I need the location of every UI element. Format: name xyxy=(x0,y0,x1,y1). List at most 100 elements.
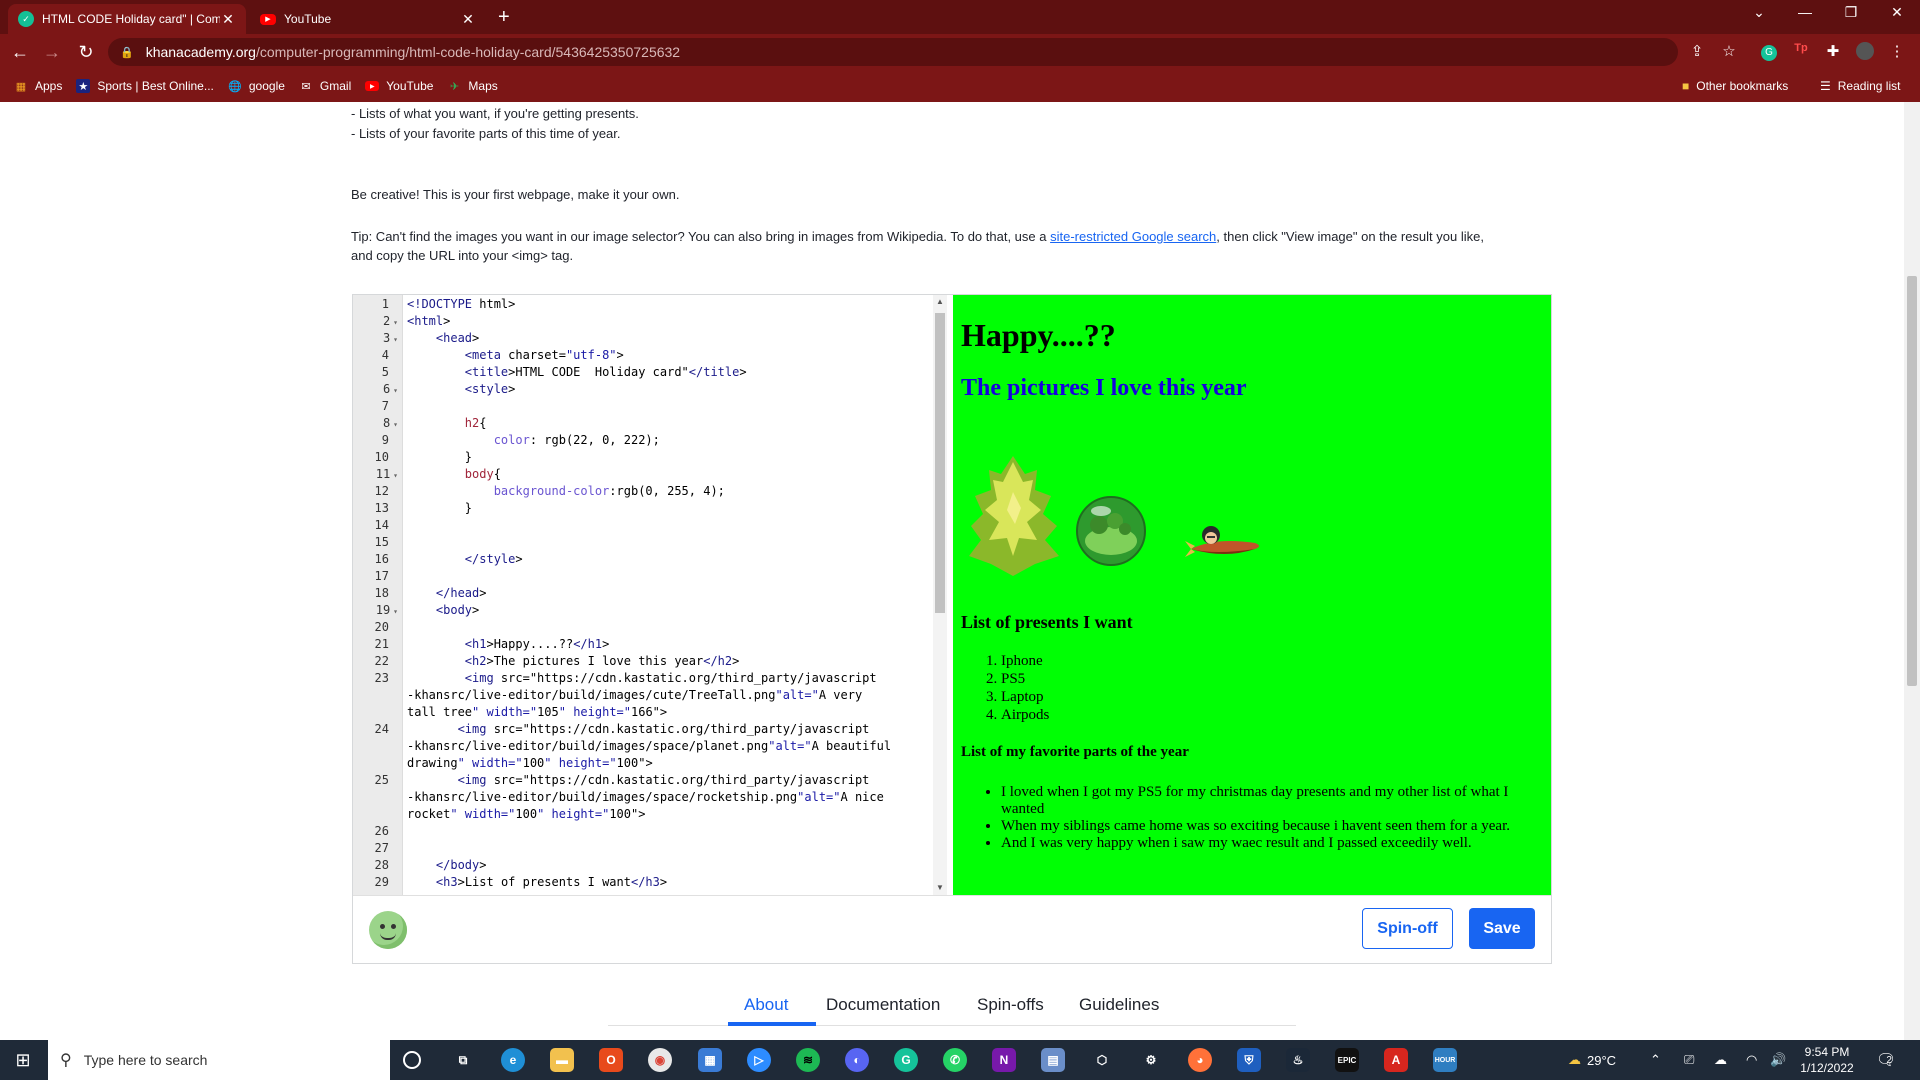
fold-arrow-icon[interactable]: ▾ xyxy=(393,607,398,616)
menu-icon[interactable]: ⋮ xyxy=(1886,42,1908,60)
cortana-icon[interactable] xyxy=(403,1051,421,1069)
tab-about[interactable]: About xyxy=(744,995,788,1015)
code-line[interactable]: } xyxy=(407,449,472,466)
epic-games-icon[interactable]: EPIC xyxy=(1335,1048,1359,1072)
network-app-icon[interactable]: ▤ xyxy=(1041,1048,1065,1072)
windows-start-icon[interactable]: ⊞ xyxy=(0,1040,46,1080)
code-line[interactable]: drawing" width="100" height="100"> xyxy=(407,755,653,772)
tab-khan-academy[interactable]: ✓ HTML CODE Holiday card" | Com ✕ xyxy=(8,4,246,34)
code-line[interactable]: <head> xyxy=(407,330,479,347)
tab-search-icon[interactable]: ⌄ xyxy=(1736,4,1782,21)
bookmark-sports[interactable]: ★ Sports | Best Online... xyxy=(76,79,214,93)
editor-scrollbar[interactable]: ▲ ▼ xyxy=(933,295,947,895)
code-line[interactable]: rocket" width="100" height="100"> xyxy=(407,806,645,823)
fold-arrow-icon[interactable]: ▾ xyxy=(393,471,398,480)
code-line[interactable]: <img src="https://cdn.kastatic.org/third… xyxy=(407,670,877,687)
code-line[interactable]: <body> xyxy=(407,602,479,619)
code-line[interactable]: -khansrc/live-editor/build/images/space/… xyxy=(407,738,891,755)
reading-list[interactable]: ☰ Reading list xyxy=(1820,70,1900,102)
fold-arrow-icon[interactable]: ▾ xyxy=(393,386,398,395)
code-line[interactable]: tall tree" width="105" height="166"> xyxy=(407,704,667,721)
page-scrollbar[interactable] xyxy=(1904,102,1920,1040)
code-line[interactable]: <h2>The pictures I love this year</h2> xyxy=(407,653,740,670)
fold-arrow-icon[interactable]: ▾ xyxy=(393,420,398,429)
page-scrollbar-thumb[interactable] xyxy=(1907,276,1917,686)
code-line[interactable]: <img src="https://cdn.kastatic.org/third… xyxy=(407,772,870,789)
close-window-button[interactable]: ✕ xyxy=(1874,4,1920,21)
address-bar[interactable]: 🔒 khanacademy.org/computer-programming/h… xyxy=(108,38,1678,66)
forward-icon[interactable]: → xyxy=(40,42,64,63)
tab-spin-offs[interactable]: Spin-offs xyxy=(977,995,1044,1015)
weather-widget[interactable]: ☁ 29°C xyxy=(1568,1040,1616,1080)
firefox-icon[interactable]: ◕ xyxy=(1188,1048,1212,1072)
file-explorer-icon[interactable]: ▬ xyxy=(550,1048,574,1072)
code-line[interactable]: h2{ xyxy=(407,415,487,432)
code-line[interactable]: <style> xyxy=(407,381,516,398)
hour-of-code-icon[interactable]: HOUR xyxy=(1433,1048,1457,1072)
user-avatar[interactable] xyxy=(369,911,407,949)
system-clock[interactable]: 9:54 PM 1/12/2022 xyxy=(1792,1044,1862,1076)
acrobat-icon[interactable]: A xyxy=(1384,1048,1408,1072)
defender-icon[interactable]: ⛨ xyxy=(1237,1048,1261,1072)
code-line[interactable]: <html> xyxy=(407,313,450,330)
wifi-icon[interactable]: ◠ xyxy=(1746,1040,1757,1080)
scroll-up-icon[interactable]: ▲ xyxy=(935,297,945,306)
other-bookmarks[interactable]: ■ Other bookmarks xyxy=(1682,70,1788,102)
tab-guidelines[interactable]: Guidelines xyxy=(1079,995,1159,1015)
new-tab-button[interactable]: + xyxy=(498,6,510,29)
code-line[interactable]: <img src="https://cdn.kastatic.org/third… xyxy=(407,721,870,738)
fold-arrow-icon[interactable]: ▾ xyxy=(393,318,398,327)
save-button[interactable]: Save xyxy=(1469,908,1535,949)
code-line[interactable]: background-color:rgb(0, 255, 4); xyxy=(407,483,725,500)
tab-documentation[interactable]: Documentation xyxy=(826,995,940,1015)
code-line[interactable]: -khansrc/live-editor/build/images/space/… xyxy=(407,789,884,806)
tray-chevron-icon[interactable]: ⌃ xyxy=(1650,1040,1661,1080)
spin-off-button[interactable]: Spin-off xyxy=(1362,908,1453,949)
code-line[interactable]: <meta charset="utf-8"> xyxy=(407,347,624,364)
code-line[interactable]: </body> xyxy=(407,857,487,874)
whatsapp-icon[interactable]: ✆ xyxy=(943,1048,967,1072)
bookmark-apps[interactable]: ▦ Apps xyxy=(14,79,63,93)
close-tab-icon[interactable]: ✕ xyxy=(220,11,236,28)
chrome-icon[interactable]: ◉ xyxy=(648,1048,672,1072)
code-line[interactable]: </style> xyxy=(407,551,523,568)
bookmark-maps[interactable]: ✈ Maps xyxy=(447,79,498,93)
volume-icon[interactable]: 🔊 xyxy=(1770,1040,1786,1080)
tray-meet-icon[interactable]: ⎚ xyxy=(1684,1040,1694,1080)
code-line[interactable]: body{ xyxy=(407,466,501,483)
task-view-icon[interactable]: ⧉ xyxy=(451,1048,475,1072)
steam-icon[interactable]: ♨ xyxy=(1286,1048,1310,1072)
close-tab-icon[interactable]: ✕ xyxy=(460,11,476,28)
back-icon[interactable]: ← xyxy=(8,42,32,63)
code-line[interactable]: <!DOCTYPE html> xyxy=(407,296,515,313)
reload-icon[interactable]: ↻ xyxy=(74,42,98,63)
zoom-icon[interactable]: ▷ xyxy=(747,1048,771,1072)
discord-icon[interactable]: ◐ xyxy=(845,1048,869,1072)
settings-gear-icon[interactable]: ⚙ xyxy=(1139,1048,1163,1072)
share-icon[interactable]: ⇪ xyxy=(1686,42,1708,60)
bookmark-gmail[interactable]: ✉ Gmail xyxy=(299,79,351,93)
extensions-icon[interactable]: ✚ xyxy=(1822,42,1844,60)
store-icon[interactable]: ▦ xyxy=(698,1048,722,1072)
bookmark-star-icon[interactable]: ☆ xyxy=(1718,42,1740,60)
scrollbar-thumb[interactable] xyxy=(935,313,945,613)
code-line[interactable]: -khansrc/live-editor/build/images/cute/T… xyxy=(407,687,862,704)
tab-youtube[interactable]: ▶ YouTube ✕ xyxy=(250,4,486,34)
extension-tp-icon[interactable]: Tp xyxy=(1790,42,1812,54)
code-line[interactable]: <h1>Happy....??</h1> xyxy=(407,636,610,653)
restore-button[interactable]: ❐ xyxy=(1828,4,1874,21)
scroll-down-icon[interactable]: ▼ xyxy=(935,883,945,892)
code-line[interactable]: <h3>List of presents I want</h3> xyxy=(407,874,667,891)
onenote-icon[interactable]: N xyxy=(992,1048,1016,1072)
code-line[interactable]: </head> xyxy=(407,585,487,602)
fold-arrow-icon[interactable]: ▾ xyxy=(393,335,398,344)
office-icon[interactable]: O xyxy=(599,1048,623,1072)
bookmark-youtube[interactable]: ▶ YouTube xyxy=(365,79,433,93)
edge-icon[interactable]: e xyxy=(501,1048,525,1072)
profile-avatar[interactable] xyxy=(1854,42,1876,64)
grammarly-icon[interactable]: G xyxy=(1758,42,1780,61)
code-editor[interactable]: <!DOCTYPE html> <html> <head> <meta chars… xyxy=(407,295,969,895)
code-line[interactable]: } xyxy=(407,500,472,517)
minimize-button[interactable]: — xyxy=(1782,4,1828,20)
code-line[interactable]: color: rgb(22, 0, 222); xyxy=(407,432,660,449)
